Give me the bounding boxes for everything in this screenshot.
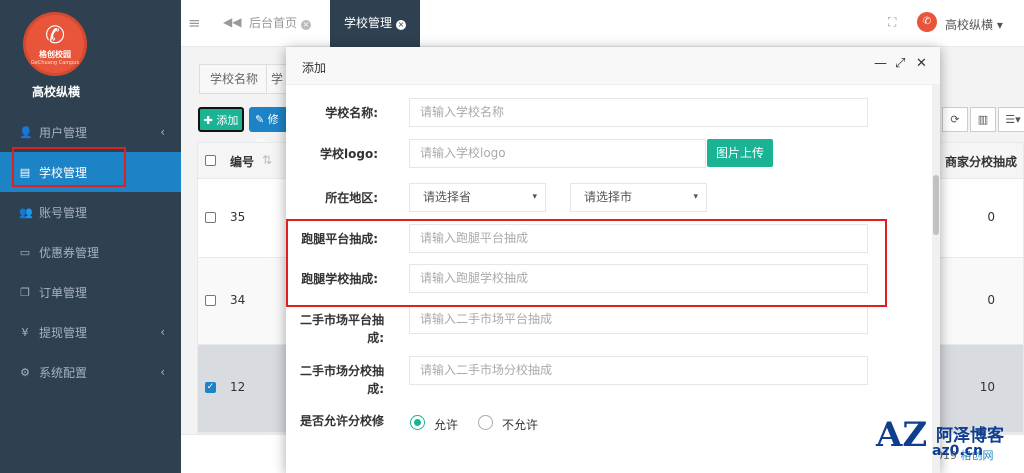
add-school-modal: 添加 — ⤢ ✕ 学校名称: 请输入学校名称 学校logo: 请输入学校logo…	[286, 47, 940, 473]
logo-mark-icon: ✆	[44, 20, 66, 49]
region-label: 所在地区:	[325, 191, 378, 205]
select-all-checkbox[interactable]	[205, 155, 216, 166]
school-logo-input[interactable]: 请输入学校logo	[409, 139, 706, 168]
column-header-id[interactable]: 编号	[230, 153, 254, 170]
allow-branch-edit-label: 是否允许分校修改抽成:	[299, 414, 384, 428]
second-school-commission-input[interactable]: 请输入二手市场分校抽成	[409, 356, 868, 385]
tab-school-management[interactable]: 学校管理 ×	[330, 0, 421, 47]
run-platform-commission-input[interactable]: 请输入跑腿平台抽成	[409, 224, 868, 253]
yen-icon: ¥	[21, 325, 29, 339]
tab-close-icon[interactable]: ×	[301, 20, 312, 30]
watermark-logo: AZ	[876, 415, 928, 455]
building-icon: ▤	[19, 165, 31, 179]
chevron-down-icon: ▾	[693, 192, 698, 202]
sidebar-nav: 👤 用户管理 ‹ ▤ 学校管理 👥 账号管理 ▭ 优惠券管理 ❐ 订单管理 ¥ 提现管理 ‹ ⚙ 系统配置 ‹	[0, 112, 181, 392]
chevron-left-icon: ‹	[160, 125, 165, 139]
row-checkbox[interactable]	[205, 212, 216, 223]
second-platform-commission-input[interactable]: 请输入二手市场平台抽成	[409, 305, 868, 334]
cell-id: 12	[230, 380, 246, 394]
modal-title: 添加	[302, 61, 327, 75]
sidebar-item-label: 用户管理	[39, 125, 88, 140]
cell-branch-commission: 0	[987, 293, 995, 307]
gear-icon: ⚙	[20, 365, 30, 379]
tab-home[interactable]: 后台首页 ×	[249, 0, 312, 47]
school-name-label: 学校名称:	[325, 106, 378, 120]
modal-scrollbar[interactable]	[932, 85, 940, 473]
columns-icon[interactable]: ▥	[970, 107, 996, 132]
tab-close-icon[interactable]: ×	[396, 20, 407, 30]
sidebar: ✆ 格创校园 GeChuang Campus 高校纵横 👤 用户管理 ‹ ▤ 学校管理 👥…	[0, 0, 181, 473]
city-select[interactable]: 请选择市 ▾	[570, 183, 707, 212]
fullscreen-icon[interactable]: ⛶	[888, 15, 896, 30]
user-menu[interactable]: 高校纵横 ▾	[945, 16, 1003, 33]
cell-id: 35	[230, 210, 246, 224]
user-icon: 👤	[19, 125, 33, 139]
allow-radio[interactable]	[410, 415, 425, 430]
logo-subtext: GeChuang Campus	[30, 59, 80, 66]
modal-header: 添加 — ⤢ ✕	[286, 47, 940, 85]
tab-label: 学校管理	[344, 16, 393, 30]
sidebar-item-label: 账号管理	[39, 205, 88, 220]
chevron-left-icon: ‹	[160, 365, 165, 379]
sidebar-item-gear[interactable]: ⚙ 系统配置 ‹	[0, 352, 181, 392]
chevron-left-icon: ‹	[160, 325, 165, 339]
sidebar-item-label: 提现管理	[39, 325, 88, 340]
tab-label: 后台首页	[249, 16, 298, 30]
sort-icon[interactable]: ⇅	[262, 153, 272, 167]
logo-text: 格创校园	[39, 49, 71, 59]
scrollbar-thumb[interactable]	[933, 175, 939, 235]
row-checkbox-checked[interactable]: ✓	[205, 382, 216, 393]
sidebar-item-coupon[interactable]: ▭ 优惠券管理	[0, 232, 181, 272]
province-select[interactable]: 请选择省 ▾	[409, 183, 546, 212]
second-platform-commission-label: 二手市场平台抽成:	[299, 313, 384, 345]
row-checkbox[interactable]	[205, 295, 216, 306]
image-upload-button[interactable]: 图片上传	[707, 139, 773, 167]
edit-button[interactable]: ✎ 修改	[249, 107, 289, 151]
run-platform-commission-label: 跑腿平台抽成:	[301, 232, 378, 246]
users-icon: 👥	[19, 205, 33, 219]
brand-name: 高校纵横	[31, 85, 80, 99]
avatar[interactable]: ✆	[917, 12, 937, 32]
run-school-commission-label: 跑腿学校抽成:	[301, 272, 378, 286]
sidebar-item-label: 优惠券管理	[39, 245, 100, 260]
add-button[interactable]: ✚ 添加	[198, 107, 244, 132]
sidebar-item-users[interactable]: 👥 账号管理	[0, 192, 181, 232]
close-icon[interactable]: ✕	[916, 56, 927, 71]
second-school-commission-label: 二手市场分校抽成:	[299, 364, 384, 396]
watermark-url: az0.cn	[932, 443, 983, 459]
refresh-icon[interactable]: ⟳	[942, 107, 968, 132]
list-toggle-icon[interactable]: ☰▾	[998, 107, 1024, 132]
sidebar-item-label: 订单管理	[39, 285, 88, 300]
sidebar-item-yen[interactable]: ¥ 提现管理 ‹	[0, 312, 181, 352]
column-header-branch-commission[interactable]: 商家分校抽成	[945, 153, 1017, 170]
breadcrumb[interactable]: 学校名称	[199, 64, 270, 94]
app-root: ✆ 格创校园 GeChuang Campus 高校纵横 👤 用户管理 ‹ ▤ 学校管理 👥…	[0, 0, 1024, 473]
sidebar-item-copy[interactable]: ❐ 订单管理	[0, 272, 181, 312]
chevron-down-icon: ▾	[532, 192, 537, 202]
school-name-input[interactable]: 请输入学校名称	[409, 98, 868, 127]
brand-logo: ✆ 格创校园 GeChuang Campus	[23, 12, 87, 76]
disallow-radio[interactable]	[478, 415, 493, 430]
cell-branch-commission: 0	[987, 210, 995, 224]
sidebar-item-building[interactable]: ▤ 学校管理	[0, 152, 181, 192]
disallow-radio-label[interactable]: 不允许	[502, 416, 538, 433]
cell-id: 34	[230, 293, 246, 307]
copy-icon: ❐	[20, 285, 30, 299]
cell-branch-commission: 10	[979, 380, 995, 394]
sidebar-item-label: 学校管理	[39, 165, 88, 180]
sidebar-item-user[interactable]: 👤 用户管理 ‹	[0, 112, 181, 152]
maximize-icon[interactable]: ⤢	[895, 56, 905, 71]
coupon-icon: ▭	[19, 245, 31, 259]
hamburger-menu-icon[interactable]: ≡	[188, 14, 201, 32]
school-logo-label: 学校logo:	[320, 147, 378, 161]
allow-radio-label[interactable]: 允许	[434, 416, 458, 433]
tabs-scroll-left-icon[interactable]: ◀◀	[223, 15, 241, 29]
run-school-commission-input[interactable]: 请输入跑腿学校抽成	[409, 264, 868, 293]
minimize-icon[interactable]: —	[874, 56, 887, 71]
top-bar: ≡ ◀◀ 后台首页 × 学校管理 × ⛶ ✆ 高校纵横 ▾	[181, 0, 1024, 47]
sidebar-item-label: 系统配置	[39, 365, 88, 380]
